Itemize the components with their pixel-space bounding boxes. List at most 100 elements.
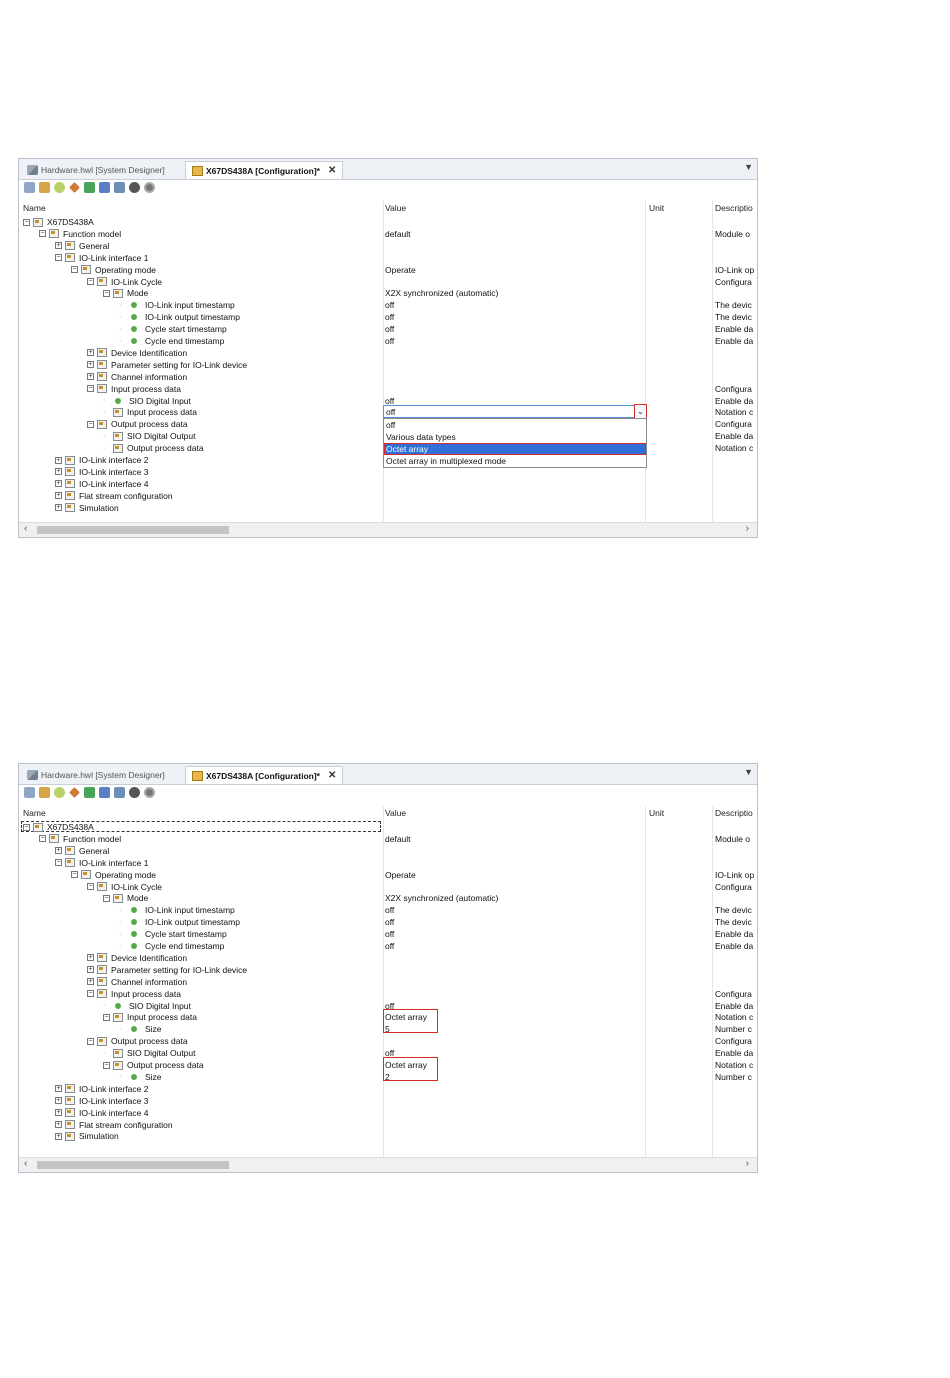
tree-node[interactable]: + Parameter setting for IO-Link device: [87, 359, 247, 371]
tree-row-x67ds438a[interactable]: − X67DS438A: [19, 216, 757, 228]
tab-list-dropdown-icon[interactable]: ▼: [744, 162, 753, 172]
settings-icon[interactable]: [144, 182, 155, 193]
tree-node[interactable]: + Parameter setting for IO-Link device: [87, 964, 247, 976]
tree-node[interactable]: + IO-Link interface 2: [55, 1083, 148, 1095]
tree-row-input-process-data[interactable]: − Input process data Configura: [19, 988, 757, 1000]
column-name[interactable]: Name: [23, 808, 46, 818]
record-icon[interactable]: [129, 182, 140, 193]
collapse-icon[interactable]: −: [87, 278, 94, 285]
collapse-icon[interactable]: −: [71, 871, 78, 879]
tree-node[interactable]: · Cycle end timestamp: [119, 940, 224, 952]
tree-row-device-identification[interactable]: + Device Identification: [19, 347, 757, 359]
expand-icon[interactable]: +: [55, 456, 62, 464]
tree-node[interactable]: − X67DS438A: [23, 216, 94, 228]
expand-icon[interactable]: +: [55, 1132, 62, 1140]
tree-row-io-link-interface-3[interactable]: + IO-Link interface 3: [19, 1095, 757, 1107]
tree-row-io-link-interface-4[interactable]: + IO-Link interface 4: [19, 1107, 757, 1119]
column-description[interactable]: Descriptio: [715, 203, 753, 213]
connect-icon[interactable]: [84, 787, 95, 798]
tree-node[interactable]: + Channel information: [87, 976, 187, 988]
collapse-icon[interactable]: −: [55, 254, 62, 262]
collapse-icon[interactable]: −: [103, 894, 110, 902]
expand-all-icon[interactable]: [99, 787, 110, 798]
close-icon[interactable]: ✕: [328, 165, 336, 176]
expand-icon[interactable]: +: [87, 349, 94, 357]
tree-node[interactable]: − Function model: [39, 228, 121, 240]
tree-node[interactable]: + IO-Link interface 2: [55, 454, 148, 466]
tree-node[interactable]: − Output process data: [87, 1035, 188, 1047]
tree-row-io-link-interface-1[interactable]: − IO-Link interface 1: [19, 857, 757, 869]
value-cell[interactable]: off: [385, 323, 394, 335]
value-cell[interactable]: X2X synchronized (automatic): [385, 287, 498, 299]
collapse-icon[interactable]: −: [55, 859, 62, 867]
tree-row-io-link-input-timestamp[interactable]: · IO-Link input timestamp off The devic: [19, 299, 757, 311]
tree-node[interactable]: · IO-Link input timestamp: [119, 299, 235, 311]
tree-node[interactable]: · Cycle start timestamp: [119, 323, 227, 335]
tree-row-flat-stream-configuration[interactable]: + Flat stream configuration: [19, 1119, 757, 1131]
collapse-icon[interactable]: −: [87, 385, 94, 393]
tree-node[interactable]: + General: [55, 845, 109, 857]
tree-node[interactable]: · SIO Digital Input: [103, 1000, 191, 1012]
tree-node[interactable]: + Flat stream configuration: [55, 490, 173, 502]
settings-icon[interactable]: [144, 787, 155, 798]
tree-node[interactable]: − IO-Link Cycle: [87, 881, 162, 893]
column-unit[interactable]: Unit: [649, 808, 664, 818]
tree-node[interactable]: · Cycle end timestamp: [119, 335, 224, 347]
tree-row-general[interactable]: + General: [19, 845, 757, 857]
tree-node[interactable]: · IO-Link output timestamp: [119, 916, 240, 928]
tree-row-io-link-input-timestamp[interactable]: · IO-Link input timestamp off The devic: [19, 904, 757, 916]
tree-node[interactable]: + Device Identification: [87, 347, 187, 359]
tree-node[interactable]: + General: [55, 240, 109, 252]
tree-row-mode[interactable]: − Mode X2X synchronized (automatic): [19, 287, 757, 299]
expand-icon[interactable]: +: [55, 1085, 62, 1093]
tree-node[interactable]: − Operating mode: [71, 264, 156, 276]
scroll-thumb[interactable]: [37, 526, 229, 534]
tree-node[interactable]: − Input process data: [87, 383, 181, 395]
tree-row-operating-mode[interactable]: − Operating mode Operate IO-Link op: [19, 264, 757, 276]
tree-node[interactable]: · SIO Digital Output: [103, 430, 196, 442]
tree-row-cycle-start-timestamp[interactable]: · Cycle start timestamp off Enable da: [19, 323, 757, 335]
tree-row-io-link-output-timestamp[interactable]: · IO-Link output timestamp off The devic: [19, 311, 757, 323]
tree-node[interactable]: + Device Identification: [87, 952, 187, 964]
tree-row-cycle-end-timestamp[interactable]: · Cycle end timestamp off Enable da: [19, 335, 757, 347]
tree-row-x67ds438a[interactable]: − X67DS438A: [19, 821, 757, 833]
tree-node[interactable]: · IO-Link output timestamp: [119, 311, 240, 323]
collapse-icon[interactable]: −: [103, 1013, 110, 1021]
tree-node[interactable]: − Mode: [103, 287, 148, 299]
expand-icon[interactable]: +: [87, 361, 94, 369]
column-name[interactable]: Name: [23, 203, 46, 213]
tab-configuration[interactable]: X67DS438A [Configuration]* ✕: [185, 161, 344, 179]
collapse-icon[interactable]: −: [39, 835, 46, 843]
collapse-icon[interactable]: −: [87, 883, 94, 890]
info-icon[interactable]: [24, 182, 35, 193]
tree-node[interactable]: − Output process data: [87, 418, 188, 430]
collapse-all-icon[interactable]: [114, 182, 125, 193]
expand-icon[interactable]: +: [55, 468, 62, 476]
value-cell[interactable]: off: [385, 904, 394, 916]
record-icon[interactable]: [129, 787, 140, 798]
value-cell[interactable]: X2X synchronized (automatic): [385, 892, 498, 904]
tree-node[interactable]: + Flat stream configuration: [55, 1119, 173, 1131]
expand-icon[interactable]: +: [55, 480, 62, 488]
scroll-left-icon[interactable]: ‹: [24, 1158, 27, 1169]
value-cell[interactable]: off: [385, 335, 394, 347]
tab-hardware[interactable]: Hardware.hwl [System Designer]: [21, 161, 171, 178]
dropdown-option-octet-array-in-multiplexed-mode[interactable]: Octet array in multiplexed mode: [384, 455, 646, 467]
column-value[interactable]: Value: [385, 203, 406, 213]
tree-node[interactable]: · Size: [119, 1023, 162, 1035]
expand-icon[interactable]: +: [55, 1097, 62, 1105]
tree-node[interactable]: − IO-Link interface 1: [55, 252, 148, 264]
tree-node[interactable]: − X67DS438A: [23, 821, 94, 833]
tree-node[interactable]: − IO-Link Cycle: [87, 276, 162, 288]
module-icon[interactable]: [39, 182, 50, 193]
column-description[interactable]: Descriptio: [715, 808, 753, 818]
value-cell[interactable]: default: [385, 833, 411, 845]
tab-list-dropdown-icon[interactable]: ▼: [744, 767, 753, 777]
tree-row-channel-information[interactable]: + Channel information: [19, 976, 757, 988]
tree-row-io-link-interface-4[interactable]: + IO-Link interface 4: [19, 478, 757, 490]
tree-row-io-link-interface-1[interactable]: − IO-Link interface 1: [19, 252, 757, 264]
tree-node[interactable]: · Size: [119, 1071, 162, 1083]
tree-node[interactable]: + Channel information: [87, 371, 187, 383]
value-cell[interactable]: Operate: [385, 264, 416, 276]
connect-icon[interactable]: [84, 182, 95, 193]
